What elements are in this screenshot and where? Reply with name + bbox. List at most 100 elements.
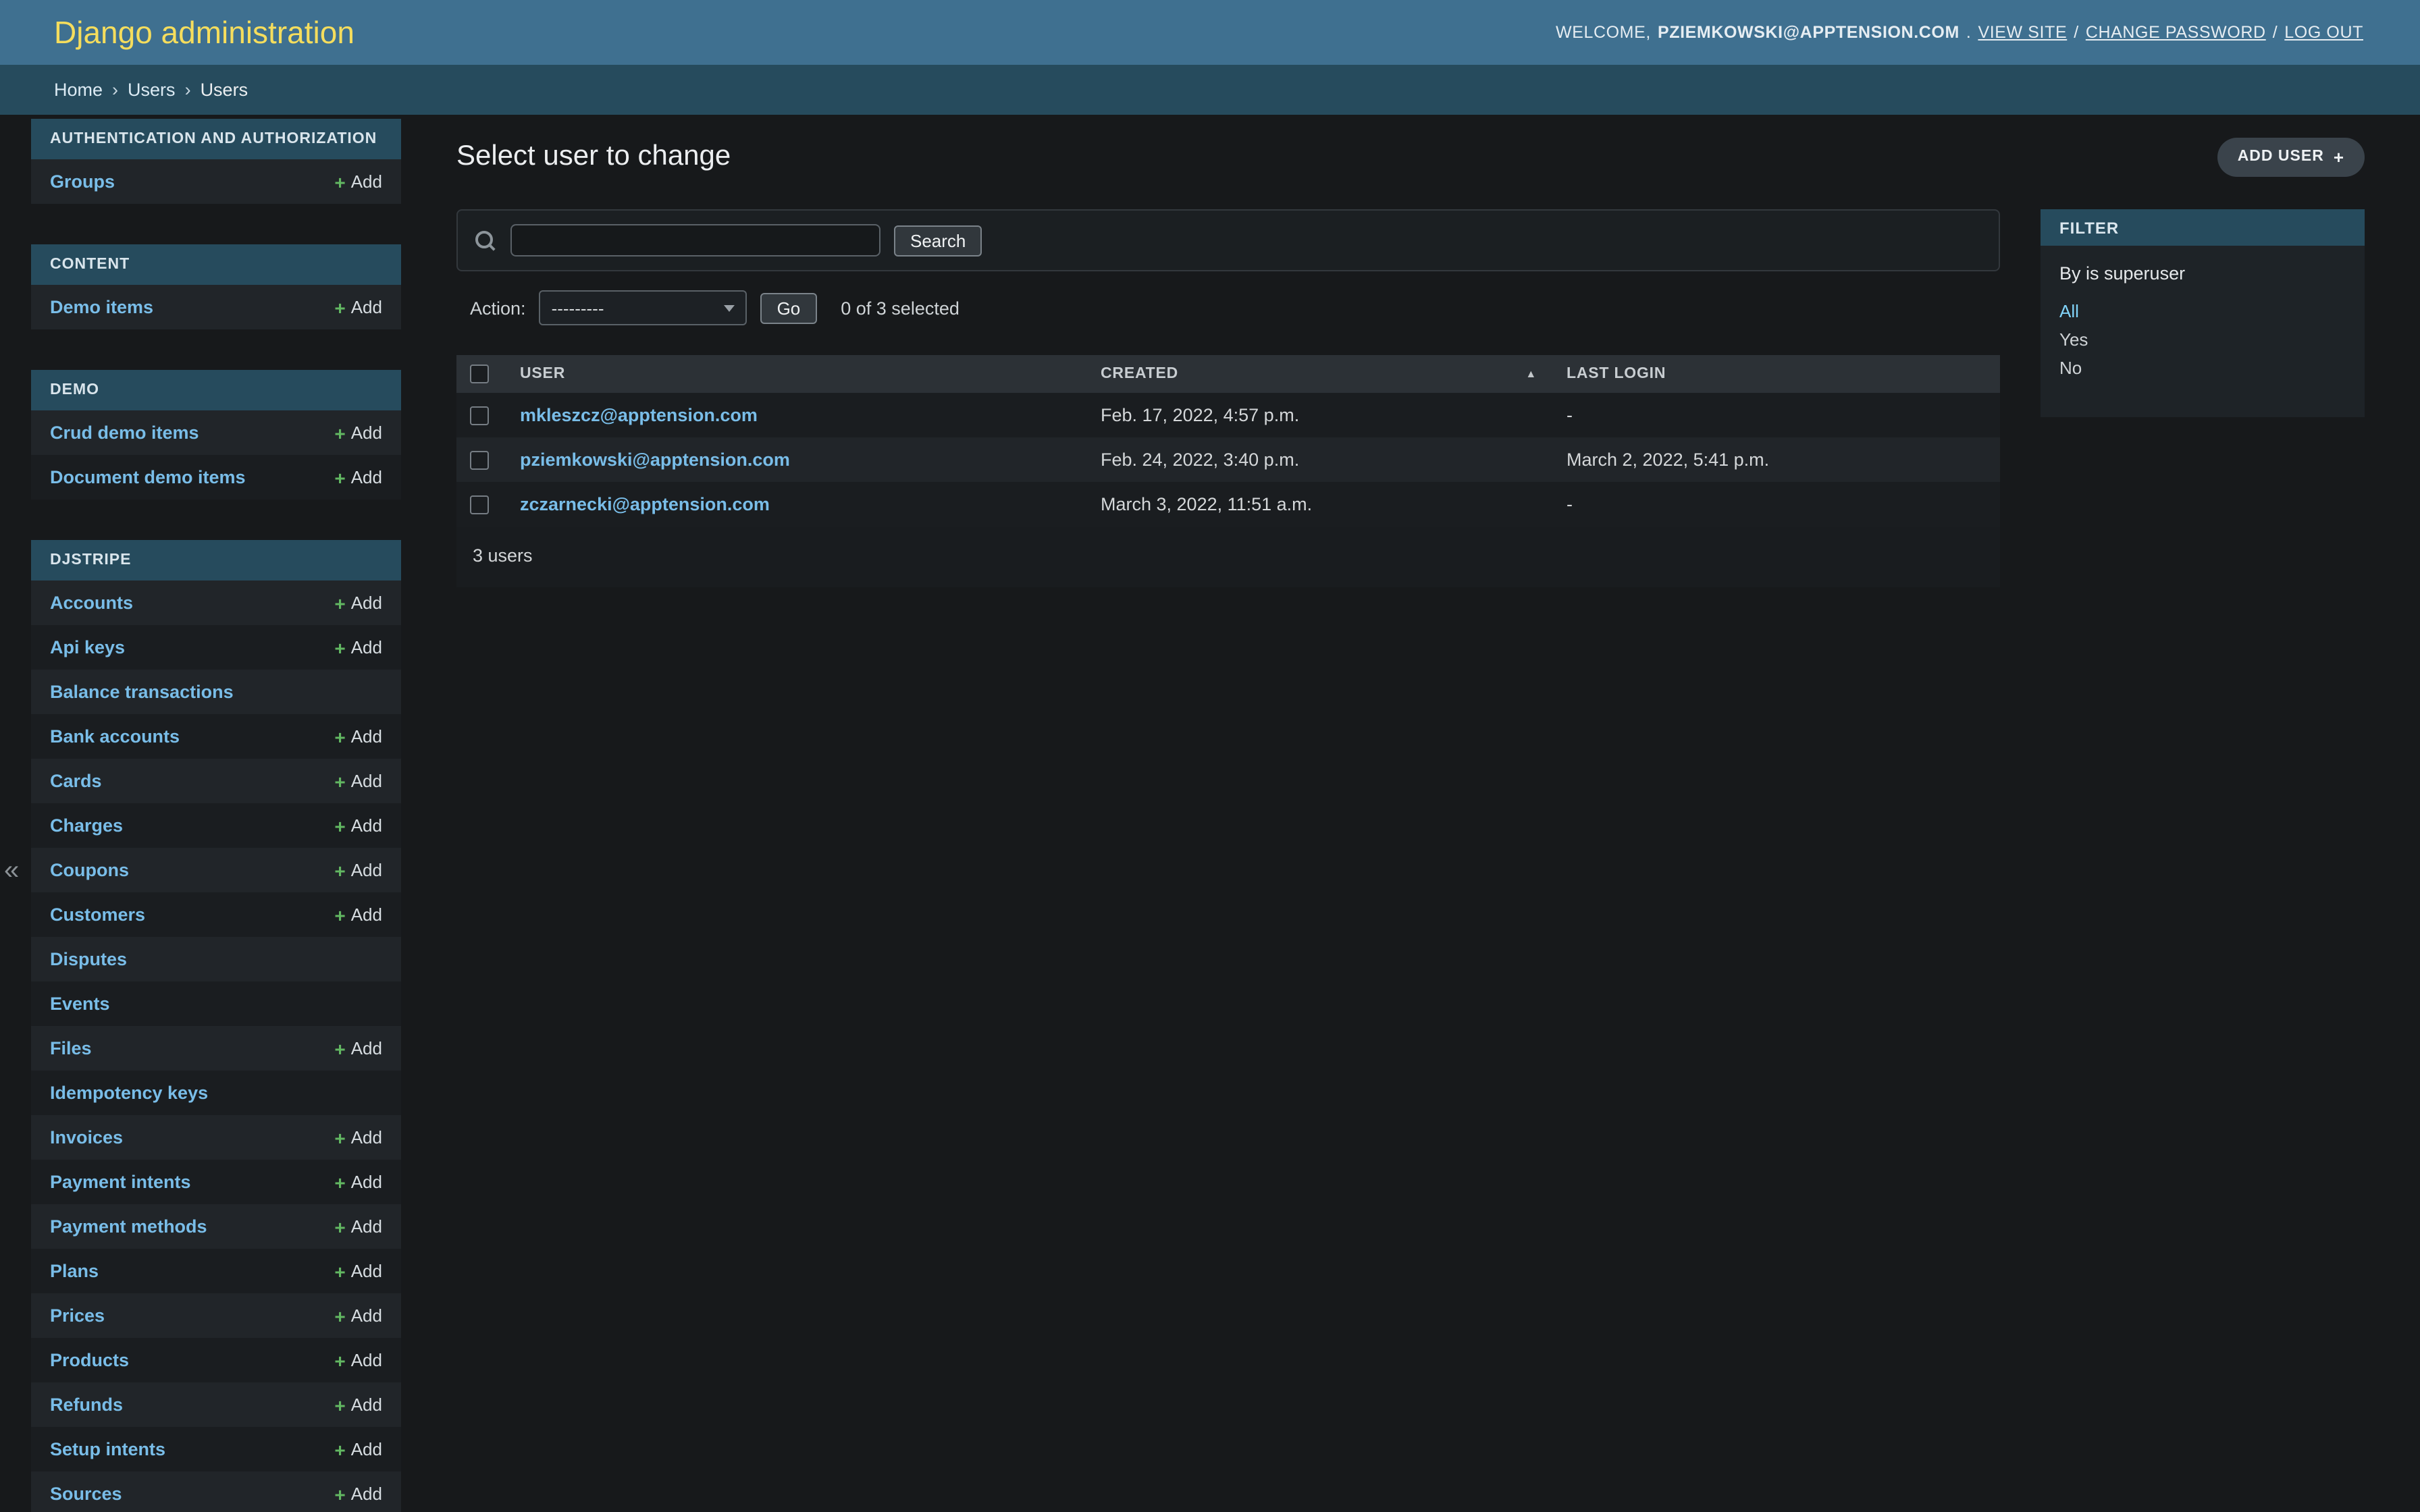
created-cell: Feb. 24, 2022, 3:40 p.m. xyxy=(1101,450,1300,470)
user-link[interactable]: mkleszcz@apptension.com xyxy=(520,405,758,425)
sidebar-item-groups[interactable]: Groups xyxy=(50,171,115,192)
sidebar-collapse-icon[interactable]: « xyxy=(4,857,19,884)
table-header-row: USER CREATED ▲ LAST LOGIN xyxy=(456,355,2000,393)
action-selected-option: --------- xyxy=(551,298,604,318)
user-link[interactable]: pziemkowski@apptension.com xyxy=(520,450,790,470)
sidebar-row: Coupons + Add xyxy=(31,848,401,892)
sidebar-row: Api keys + Add xyxy=(31,625,401,670)
add-accounts-link[interactable]: + Add xyxy=(334,593,382,613)
sidebar-item-document-demo-items[interactable]: Document demo items xyxy=(50,467,246,487)
column-header-last-login[interactable]: LAST LOGIN xyxy=(1553,355,2000,393)
add-api-keys-link[interactable]: + Add xyxy=(334,637,382,657)
sidebar-item-invoices[interactable]: Invoices xyxy=(50,1127,123,1148)
plus-icon: + xyxy=(334,637,346,658)
sidebar-row: Payment intents + Add xyxy=(31,1160,401,1204)
action-select[interactable]: --------- xyxy=(539,290,747,325)
sidebar-item-refunds[interactable]: Refunds xyxy=(50,1395,123,1415)
sidebar-item-accounts[interactable]: Accounts xyxy=(50,593,133,613)
add-sources-link[interactable]: + Add xyxy=(334,1484,382,1504)
add-customers-link[interactable]: + Add xyxy=(334,905,382,925)
plus-icon: + xyxy=(334,1171,346,1193)
sidebar-item-demo-items[interactable]: Demo items xyxy=(50,297,153,317)
table-row: zczarnecki@apptension.com March 3, 2022,… xyxy=(456,482,2000,526)
sidebar-item-sources[interactable]: Sources xyxy=(50,1484,122,1504)
add-crud-demo-items-link[interactable]: + Add xyxy=(334,423,382,443)
sidebar-item-payment-methods[interactable]: Payment methods xyxy=(50,1216,207,1237)
search-input[interactable] xyxy=(510,224,880,256)
add-label: Add xyxy=(350,1484,382,1504)
plus-icon: + xyxy=(334,1127,346,1148)
add-label: Add xyxy=(350,860,382,880)
add-payment-intents-link[interactable]: + Add xyxy=(334,1172,382,1192)
add-payment-methods-link[interactable]: + Add xyxy=(334,1216,382,1237)
sidebar-item-prices[interactable]: Prices xyxy=(50,1305,105,1326)
add-invoices-link[interactable]: + Add xyxy=(334,1127,382,1148)
plus-icon: + xyxy=(334,1438,346,1460)
add-products-link[interactable]: + Add xyxy=(334,1350,382,1370)
sidebar-item-balance-transactions[interactable]: Balance transactions xyxy=(50,682,234,702)
add-charges-link[interactable]: + Add xyxy=(334,815,382,836)
sidebar-item-setup-intents[interactable]: Setup intents xyxy=(50,1439,165,1459)
sidebar-item-charges[interactable]: Charges xyxy=(50,815,123,836)
sidebar-item-coupons[interactable]: Coupons xyxy=(50,860,129,880)
row-checkbox[interactable] xyxy=(470,451,489,470)
add-document-demo-items-link[interactable]: + Add xyxy=(334,467,382,487)
last-login-cell: March 2, 2022, 5:41 p.m. xyxy=(1567,450,1770,470)
breadcrumb-users-link[interactable]: Users xyxy=(128,80,176,100)
change-password-link[interactable]: CHANGE PASSWORD xyxy=(2086,23,2266,42)
sidebar-item-files[interactable]: Files xyxy=(50,1038,92,1058)
add-files-link[interactable]: + Add xyxy=(334,1038,382,1058)
add-refunds-link[interactable]: + Add xyxy=(334,1395,382,1415)
select-all-checkbox[interactable] xyxy=(470,364,489,383)
sidebar-item-crud-demo-items[interactable]: Crud demo items xyxy=(50,423,199,443)
sidebar-item-disputes[interactable]: Disputes xyxy=(50,949,127,969)
add-label: Add xyxy=(350,1172,382,1192)
sidebar-item-api-keys[interactable]: Api keys xyxy=(50,637,125,657)
filter-option-no[interactable]: No xyxy=(2059,354,2346,382)
sidebar-item-bank-accounts[interactable]: Bank accounts xyxy=(50,726,180,747)
add-coupons-link[interactable]: + Add xyxy=(334,860,382,880)
add-bank-accounts-link[interactable]: + Add xyxy=(334,726,382,747)
sidebar-item-events[interactable]: Events xyxy=(50,994,110,1014)
add-setup-intents-link[interactable]: + Add xyxy=(334,1439,382,1459)
view-site-link[interactable]: VIEW SITE xyxy=(1978,23,2067,42)
add-groups-link[interactable]: + Add xyxy=(334,171,382,192)
column-header-created[interactable]: CREATED ▲ xyxy=(1087,355,1553,393)
row-checkbox[interactable] xyxy=(470,406,489,426)
sidebar-item-products[interactable]: Products xyxy=(50,1350,129,1370)
filter-option-all[interactable]: All xyxy=(2059,297,2346,325)
filter-option-yes[interactable]: Yes xyxy=(2059,325,2346,354)
sidebar-item-cards[interactable]: Cards xyxy=(50,771,102,791)
sidebar-item-idempotency-keys[interactable]: Idempotency keys xyxy=(50,1083,208,1103)
add-label: Add xyxy=(350,1216,382,1237)
table-row: pziemkowski@apptension.com Feb. 24, 2022… xyxy=(456,437,2000,482)
add-label: Add xyxy=(350,1305,382,1326)
breadcrumb-home-link[interactable]: Home xyxy=(54,80,103,100)
add-demo-items-link[interactable]: + Add xyxy=(334,297,382,317)
add-user-button[interactable]: ADD USER + xyxy=(2217,137,2365,176)
sidebar-row: Accounts + Add xyxy=(31,580,401,625)
go-button[interactable]: Go xyxy=(760,292,817,323)
site-title[interactable]: Django administration xyxy=(54,14,354,51)
sidebar-item-plans[interactable]: Plans xyxy=(50,1261,99,1281)
plus-icon: + xyxy=(334,726,346,747)
log-out-link[interactable]: LOG OUT xyxy=(2284,23,2363,42)
sidebar-section-title: AUTHENTICATION AND AUTHORIZATION xyxy=(31,119,401,159)
page-title: Select user to change xyxy=(456,140,731,171)
user-link[interactable]: zczarnecki@apptension.com xyxy=(520,494,770,514)
sort-ascending-icon[interactable]: ▲ xyxy=(1525,368,1537,380)
add-user-button-label: ADD USER xyxy=(2237,148,2324,165)
body-row: Search Action: --------- Go 0 of 3 selec… xyxy=(456,209,2365,587)
row-select-cell xyxy=(456,393,506,437)
sidebar-item-payment-intents[interactable]: Payment intents xyxy=(50,1172,191,1192)
add-plans-link[interactable]: + Add xyxy=(334,1261,382,1281)
add-cards-link[interactable]: + Add xyxy=(334,771,382,791)
row-checkbox[interactable] xyxy=(470,495,489,515)
add-label: Add xyxy=(350,1127,382,1148)
plus-icon: + xyxy=(334,296,346,318)
search-button[interactable]: Search xyxy=(894,225,982,256)
sidebar-item-customers[interactable]: Customers xyxy=(50,905,145,925)
plus-icon: + xyxy=(334,1483,346,1505)
column-header-user[interactable]: USER xyxy=(506,355,1087,393)
add-prices-link[interactable]: + Add xyxy=(334,1305,382,1326)
